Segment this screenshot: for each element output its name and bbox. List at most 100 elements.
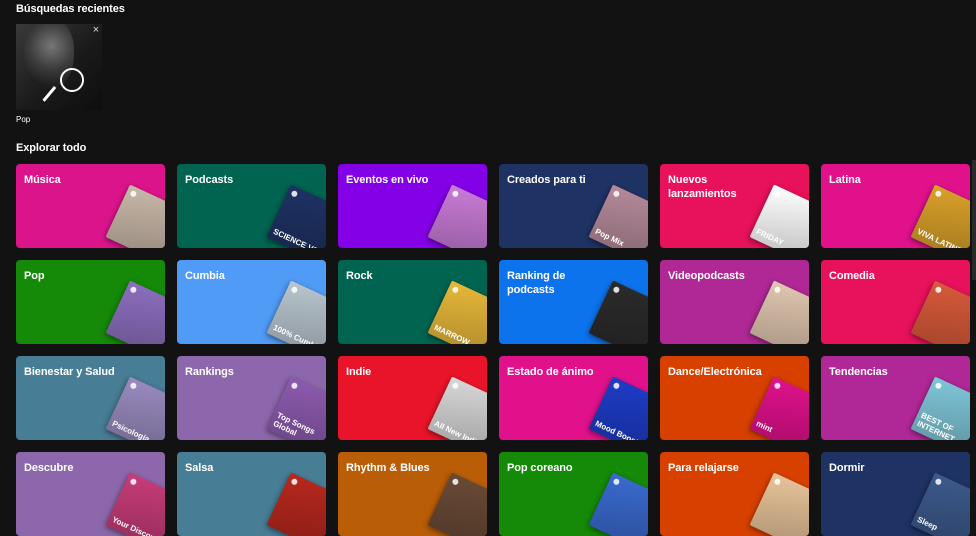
category-title: Dormir: [829, 462, 865, 474]
cover-text: FRIDAY: [754, 226, 785, 248]
category-title: Pop coreano: [507, 462, 573, 474]
microphone-handle: [42, 86, 57, 102]
kpop-cover-icon: [588, 472, 648, 536]
spotify-logo-icon: [934, 189, 943, 198]
page-scrollbar[interactable]: [972, 160, 976, 280]
category-title: Para relajarse: [668, 462, 739, 474]
recent-search-pop-card[interactable]: [16, 24, 102, 110]
category-card[interactable]: Descubre Your Discover: [16, 452, 165, 536]
rnb-cover-icon: [427, 472, 487, 536]
category-title: Pop: [24, 270, 45, 282]
remove-recent-search-icon[interactable]: ×: [90, 24, 102, 36]
indie-cover-icon: All New Indie: [427, 376, 487, 440]
trends-cover-icon: BEST OF INTERNET: [910, 376, 970, 440]
category-grid: Música Podcasts SCIENCE VS Eventos en vivo C…: [16, 164, 970, 536]
category-card[interactable]: Salsa: [177, 452, 326, 536]
spotify-logo-icon: [290, 285, 299, 294]
sleep-cover-icon: Sleep: [910, 472, 970, 536]
spotify-logo-icon: [934, 381, 943, 390]
category-title: Estado de ánimo: [507, 366, 594, 378]
cover-text: 100% Cumbia: [271, 322, 323, 344]
rankings-cover-icon: Top Songs Global: [266, 376, 326, 440]
spotify-logo-icon: [612, 381, 621, 390]
category-card[interactable]: Nuevos lanzamientos FRIDAY: [660, 164, 809, 248]
podcast-cover-icon: SCIENCE VS: [266, 184, 326, 248]
pop-cover-icon: [105, 280, 165, 344]
mix-cover-icon: Pop Mix: [588, 184, 648, 248]
cover-text: VIVA LATINO: [915, 226, 965, 248]
cover-text: mint: [754, 418, 774, 435]
category-card[interactable]: Videopodcasts: [660, 260, 809, 344]
video-cover-icon: [749, 280, 809, 344]
spotify-logo-icon: [934, 477, 943, 486]
category-title: Tendencias: [829, 366, 888, 378]
category-card[interactable]: Rankings Top Songs Global: [177, 356, 326, 440]
comedy-cover-icon: [910, 280, 970, 344]
category-title: Ranking de podcasts: [507, 270, 566, 296]
spotify-logo-icon: [451, 189, 460, 198]
category-card[interactable]: Dormir Sleep: [821, 452, 970, 536]
category-card[interactable]: Música: [16, 164, 165, 248]
spotify-logo-icon: [290, 477, 299, 486]
category-card[interactable]: Latina VIVA LATINO: [821, 164, 970, 248]
category-title: Indie: [346, 366, 372, 378]
spotify-logo-icon: [129, 381, 138, 390]
mood-cover-icon: Mood Booster: [588, 376, 648, 440]
category-card[interactable]: Pop coreano: [499, 452, 648, 536]
category-title: Nuevos lanzamientos: [668, 174, 737, 200]
recent-search-label[interactable]: Pop: [16, 115, 30, 124]
spotify-logo-icon: [451, 477, 460, 486]
spotify-logo-icon: [773, 285, 782, 294]
cover-text: BEST OF INTERNET: [915, 410, 956, 440]
rock-cover-icon: MARROW: [427, 280, 487, 344]
category-card[interactable]: Eventos en vivo: [338, 164, 487, 248]
category-title: Bienestar y Salud: [24, 366, 115, 378]
category-card[interactable]: Para relajarse: [660, 452, 809, 536]
dance-cover-icon: mint: [749, 376, 809, 440]
category-card[interactable]: Rhythm & Blues: [338, 452, 487, 536]
category-card[interactable]: Estado de ánimo Mood Booster: [499, 356, 648, 440]
discover-cover-icon: Your Discover: [105, 472, 165, 536]
spotify-logo-icon: [129, 189, 138, 198]
cover-text: MARROW: [432, 322, 471, 344]
category-title: Rankings: [185, 366, 234, 378]
category-card[interactable]: Creados para ti Pop Mix: [499, 164, 648, 248]
category-card[interactable]: Cumbia 100% Cumbia: [177, 260, 326, 344]
category-card[interactable]: Tendencias BEST OF INTERNET: [821, 356, 970, 440]
spotify-logo-icon: [451, 285, 460, 294]
chill-cover-icon: [749, 472, 809, 536]
category-title: Creados para ti: [507, 174, 586, 186]
music-cover-icon: [105, 184, 165, 248]
category-card[interactable]: Pop: [16, 260, 165, 344]
category-title: Rock: [346, 270, 373, 282]
spotify-logo-icon: [773, 381, 782, 390]
spotify-logo-icon: [773, 189, 782, 198]
cover-text: Psicología: [110, 418, 151, 440]
category-title: Rhythm & Blues: [346, 462, 430, 474]
category-card[interactable]: Rock MARROW: [338, 260, 487, 344]
category-card[interactable]: Podcasts SCIENCE VS: [177, 164, 326, 248]
category-title: Descubre: [24, 462, 74, 474]
category-card[interactable]: Comedia: [821, 260, 970, 344]
cover-text: Your Discover: [110, 514, 164, 536]
category-card[interactable]: Indie All New Indie: [338, 356, 487, 440]
category-card[interactable]: Bienestar y Salud Psicología: [16, 356, 165, 440]
cover-text: All New Indie: [432, 418, 482, 440]
category-card[interactable]: Dance/Electrónica mint: [660, 356, 809, 440]
spotify-logo-icon: [290, 381, 299, 390]
category-title: Música: [24, 174, 61, 186]
category-card[interactable]: Ranking de podcasts: [499, 260, 648, 344]
cover-text: Pop Mix: [593, 226, 626, 248]
spotify-logo-icon: [129, 285, 138, 294]
category-title: Eventos en vivo: [346, 174, 429, 186]
spotify-logo-icon: [129, 477, 138, 486]
latina-cover-icon: VIVA LATINO: [910, 184, 970, 248]
category-title: Cumbia: [185, 270, 225, 282]
wellness-cover-icon: Psicología: [105, 376, 165, 440]
category-title: Latina: [829, 174, 861, 186]
spotify-logo-icon: [773, 477, 782, 486]
spotify-logo-icon: [612, 477, 621, 486]
spotify-logo-icon: [612, 189, 621, 198]
spotify-logo-icon: [612, 285, 621, 294]
category-title: Comedia: [829, 270, 875, 282]
